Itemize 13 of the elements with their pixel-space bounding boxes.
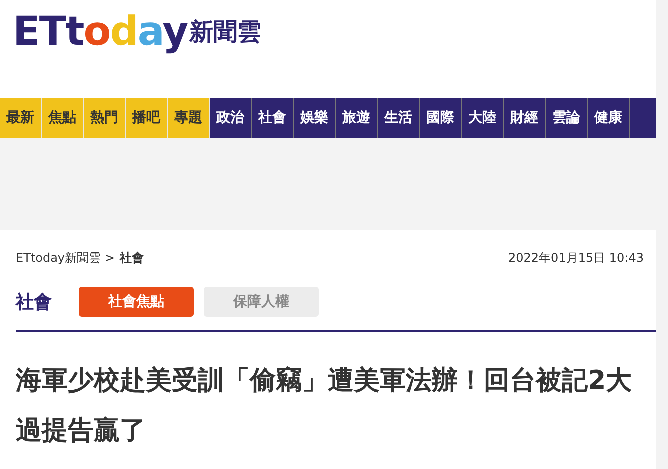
breadcrumb-current[interactable]: 社會	[120, 250, 144, 266]
logo-wordmark[interactable]: ETtoday	[13, 8, 188, 56]
category-tab[interactable]: 社會焦點	[79, 287, 194, 317]
section-title: 社會	[16, 291, 52, 314]
nav-item[interactable]: 熱門	[84, 98, 126, 138]
logo-text[interactable]: 新聞雲	[190, 16, 262, 48]
nav-item[interactable]: 焦點	[42, 98, 84, 138]
publish-date: 2022年01月15日 10:43	[508, 250, 644, 266]
nav-item[interactable]: 最新	[0, 98, 42, 138]
headline: 海軍少校赴美受訓「偷竊」遭美軍法辦！回台被記2大過提告贏了	[16, 365, 634, 448]
nav-item[interactable]: 播吧	[126, 98, 168, 138]
breadcrumb-link[interactable]: ETtoday新聞雲 >	[16, 250, 115, 266]
nav-item[interactable]: 專題	[168, 98, 210, 138]
